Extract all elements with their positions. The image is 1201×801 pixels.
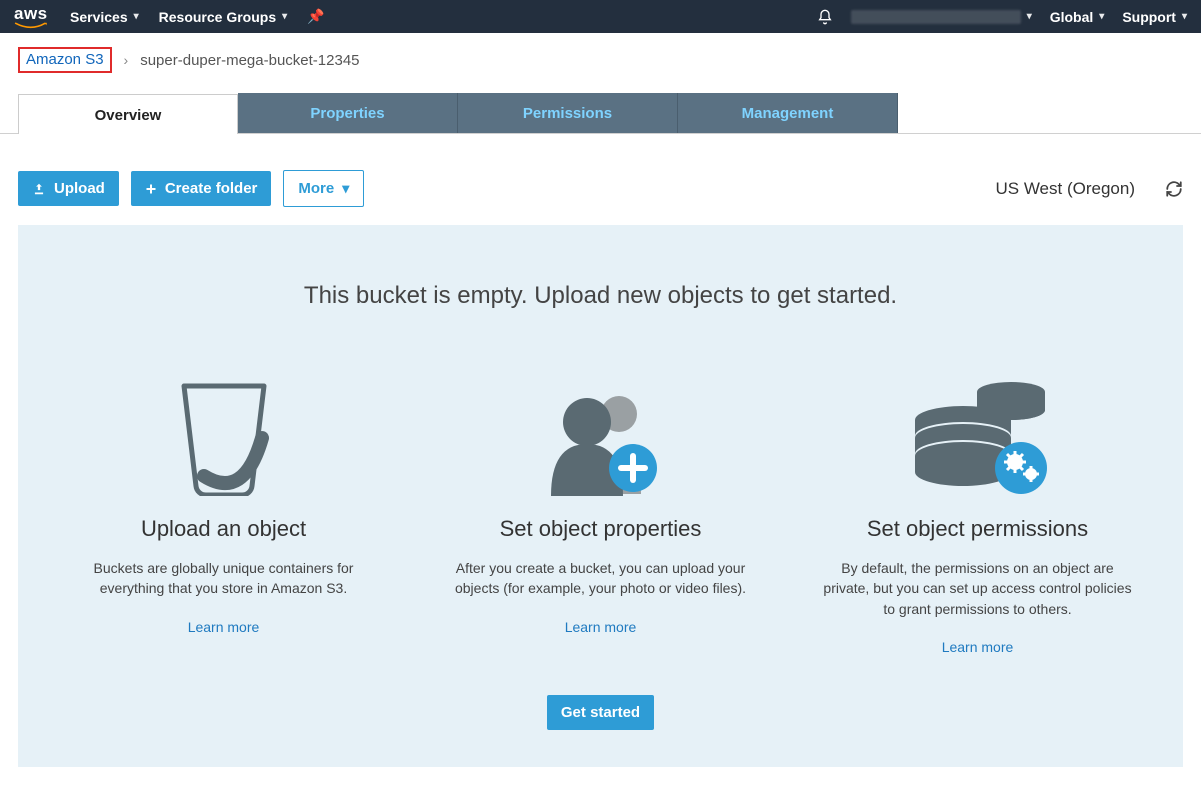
nav-region[interactable]: Global ▾ [1050,9,1105,25]
nav-services-label: Services [70,9,128,25]
card-permissions: Set object permissions By default, the p… [809,366,1146,655]
subheader: Amazon S3 › super-duper-mega-bucket-1234… [0,33,1201,134]
get-started-button-label: Get started [561,704,640,721]
nav-region-label: Global [1050,9,1094,25]
card-permissions-learn-more[interactable]: Learn more [942,639,1014,655]
tab-permissions[interactable]: Permissions [458,93,678,133]
plus-icon [145,183,157,195]
get-started-button[interactable]: Get started [547,695,654,730]
caret-down-icon: ▾ [282,11,287,22]
caret-down-icon: ▾ [1099,11,1104,22]
chevron-right-icon: › [124,52,129,68]
nav-account[interactable]: ▾ [851,10,1032,24]
empty-state-cards: Upload an object Buckets are globally un… [55,366,1146,655]
tab-properties[interactable]: Properties [238,93,458,133]
bucket-icon [55,366,392,496]
create-folder-button[interactable]: Create folder [131,171,272,206]
tab-properties-label: Properties [310,105,384,122]
empty-state-heading: This bucket is empty. Upload new objects… [55,282,1146,310]
region-label: US West (Oregon) [995,179,1135,199]
tab-overview[interactable]: Overview [18,94,238,134]
card-properties-title: Set object properties [432,516,769,542]
tab-management[interactable]: Management [678,93,898,133]
users-add-icon [432,366,769,496]
refresh-button[interactable] [1165,180,1183,198]
caret-down-icon: ▾ [1027,11,1032,22]
more-button[interactable]: More ▾ [283,170,364,207]
caret-down-icon: ▾ [1182,11,1187,22]
card-upload: Upload an object Buckets are globally un… [55,366,392,655]
tab-permissions-label: Permissions [523,105,612,122]
upload-icon [32,182,46,196]
upload-button-label: Upload [54,180,105,197]
breadcrumb-root-link[interactable]: Amazon S3 [26,51,104,68]
card-properties: Set object properties After you create a… [432,366,769,655]
nav-resource-groups[interactable]: Resource Groups ▾ [159,9,288,25]
tab-overview-label: Overview [95,107,162,124]
nav-support-label: Support [1122,9,1176,25]
breadcrumb-leaf: super-duper-mega-bucket-12345 [140,52,359,69]
refresh-icon [1165,180,1183,198]
chevron-down-icon: ▾ [342,180,349,197]
aws-logo[interactable]: aws [14,4,48,30]
breadcrumb: Amazon S3 › super-duper-mega-bucket-1234… [18,47,1183,73]
more-button-label: More [298,180,334,197]
upload-button[interactable]: Upload [18,171,119,206]
card-upload-desc: Buckets are globally unique containers f… [67,558,380,599]
tabs: Overview Properties Permissions Manageme… [18,93,1183,133]
nav-services[interactable]: Services ▾ [70,9,139,25]
empty-state-panel: This bucket is empty. Upload new objects… [18,225,1183,767]
tab-management-label: Management [742,105,834,122]
nav-pin[interactable]: 📌 [307,8,324,25]
nav-support[interactable]: Support ▾ [1122,9,1187,25]
main: Upload Create folder More ▾ US West (Ore… [0,134,1201,787]
pin-icon: 📌 [307,8,324,25]
card-permissions-title: Set object permissions [809,516,1146,542]
create-folder-button-label: Create folder [165,180,258,197]
card-upload-title: Upload an object [55,516,392,542]
breadcrumb-root[interactable]: Amazon S3 [18,47,112,73]
card-properties-desc: After you create a bucket, you can uploa… [444,558,757,599]
account-name-redacted [851,10,1021,24]
card-upload-learn-more[interactable]: Learn more [188,619,260,635]
card-properties-learn-more[interactable]: Learn more [565,619,637,635]
card-permissions-desc: By default, the permissions on an object… [821,558,1134,619]
nav-resource-groups-label: Resource Groups [159,9,276,25]
notifications-icon[interactable] [817,9,833,25]
caret-down-icon: ▾ [134,11,139,22]
top-nav: aws Services ▾ Resource Groups ▾ 📌 ▾ [0,0,1201,33]
database-gear-icon [809,366,1146,496]
toolbar: Upload Create folder More ▾ US West (Ore… [18,170,1183,207]
